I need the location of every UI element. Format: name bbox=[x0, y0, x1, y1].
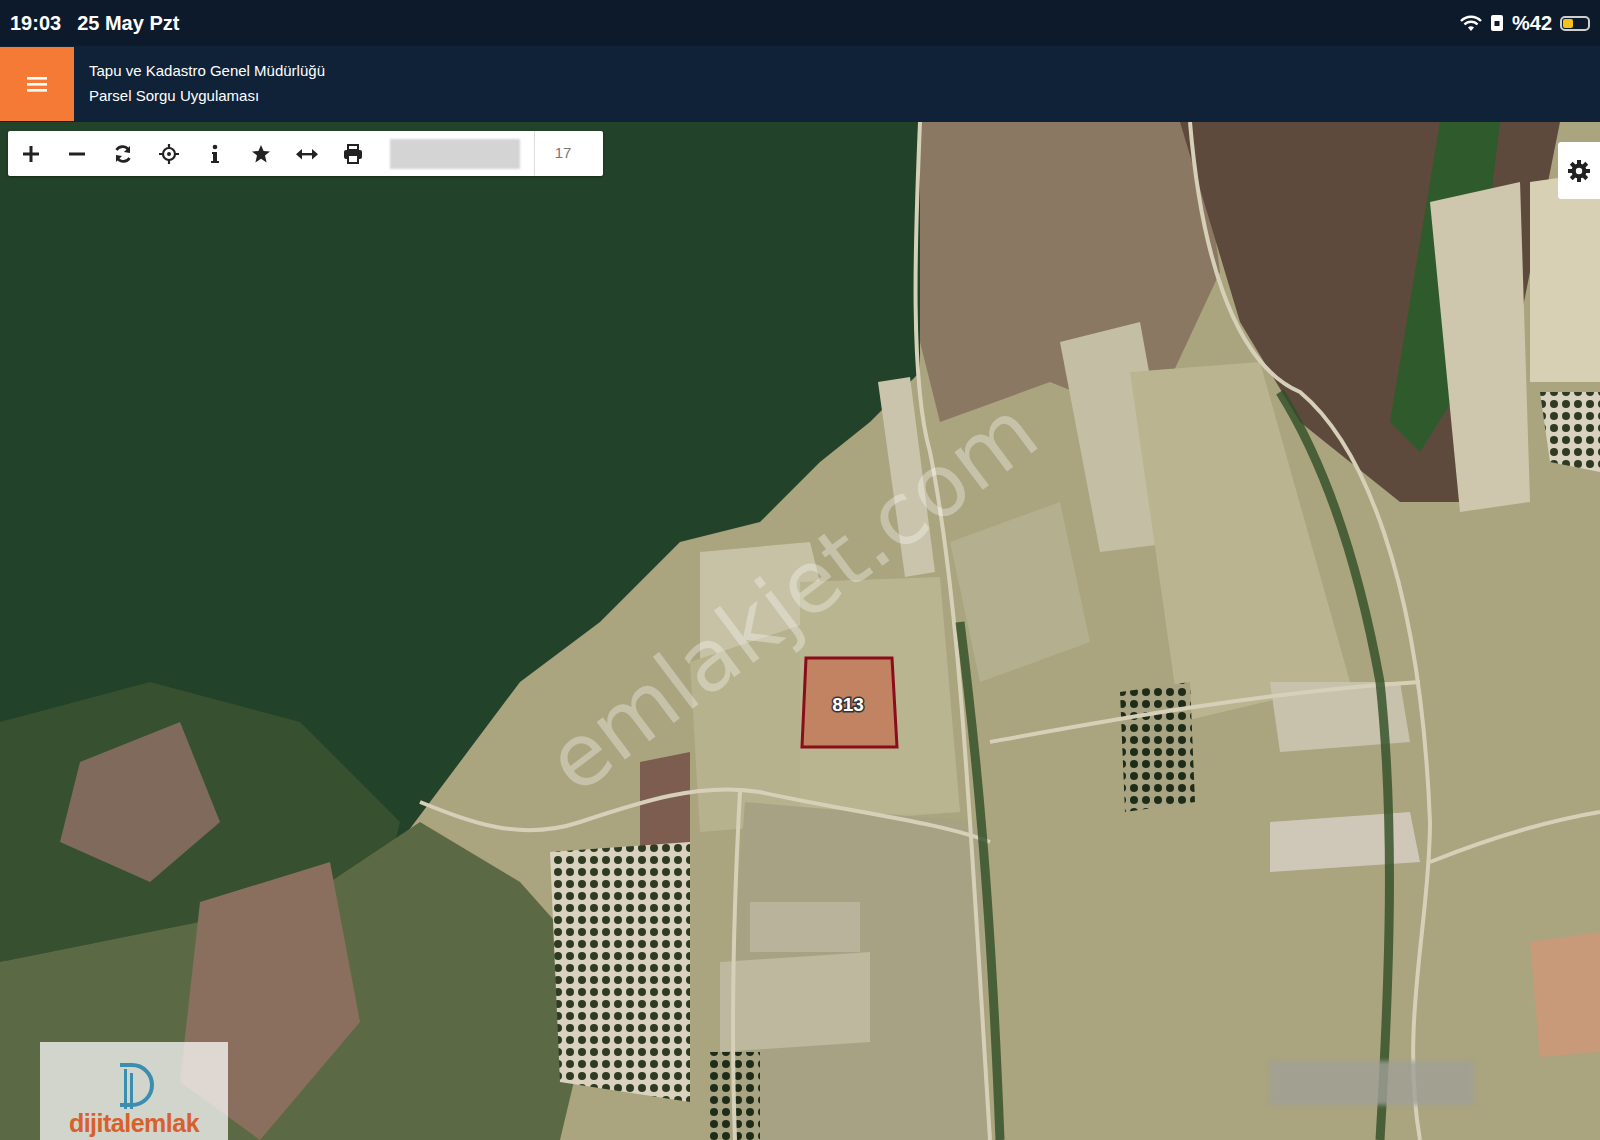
parcel[interactable] bbox=[802, 658, 897, 747]
app-subtitle: Parsel Sorgu Uygulaması bbox=[89, 84, 325, 109]
refresh-button[interactable] bbox=[100, 131, 146, 176]
blurred-label bbox=[1269, 1061, 1474, 1105]
watermark: emlakjet.com bbox=[520, 369, 1065, 824]
lock-icon bbox=[1490, 14, 1504, 32]
plus-icon bbox=[22, 145, 40, 163]
app-bar: Tapu ve Kadastro Genel Müdürlüğü Parsel … bbox=[0, 46, 1600, 122]
battery-percent: %42 bbox=[1512, 8, 1552, 38]
logo-icon bbox=[112, 1061, 156, 1111]
printer-icon bbox=[343, 144, 363, 164]
info-icon bbox=[210, 144, 220, 164]
zoom-out-button[interactable] bbox=[54, 131, 100, 176]
zoom-level: 17 bbox=[534, 131, 591, 176]
gear-icon bbox=[1567, 159, 1591, 183]
print-button[interactable] bbox=[330, 131, 376, 176]
crosshair-icon bbox=[159, 144, 179, 164]
search-field[interactable] bbox=[390, 139, 520, 169]
arrows-icon bbox=[296, 147, 318, 161]
parcel-label: 813 bbox=[832, 694, 864, 715]
wifi-icon bbox=[1460, 15, 1482, 32]
minus-icon bbox=[68, 145, 86, 163]
settings-button[interactable] bbox=[1558, 142, 1600, 199]
refresh-icon bbox=[113, 144, 133, 164]
battery-fill bbox=[1563, 19, 1573, 28]
measure-button[interactable] bbox=[284, 131, 330, 176]
date: 25 May Pzt bbox=[77, 8, 179, 38]
map-toolbar: 17 bbox=[8, 131, 603, 176]
app-title: Tapu ve Kadastro Genel Müdürlüğü bbox=[89, 59, 325, 84]
menu-button[interactable] bbox=[0, 47, 74, 121]
locate-button[interactable] bbox=[146, 131, 192, 176]
star-icon bbox=[251, 144, 271, 164]
zoom-in-button[interactable] bbox=[8, 131, 54, 176]
info-button[interactable] bbox=[192, 131, 238, 176]
map[interactable]: 813 emlakjet.com 17 dijitalemlak bbox=[0, 122, 1600, 1140]
satellite-map[interactable]: 813 bbox=[0, 122, 1600, 1140]
battery-track bbox=[1560, 16, 1590, 31]
favorite-button[interactable] bbox=[238, 131, 284, 176]
clock: 19:03 bbox=[10, 8, 61, 38]
status-bar: 19:03 25 May Pzt %42 bbox=[0, 0, 1600, 46]
logo: dijitalemlak bbox=[40, 1042, 228, 1140]
hamburger-icon bbox=[27, 76, 47, 92]
logo-text: dijitalemlak bbox=[69, 1111, 199, 1136]
